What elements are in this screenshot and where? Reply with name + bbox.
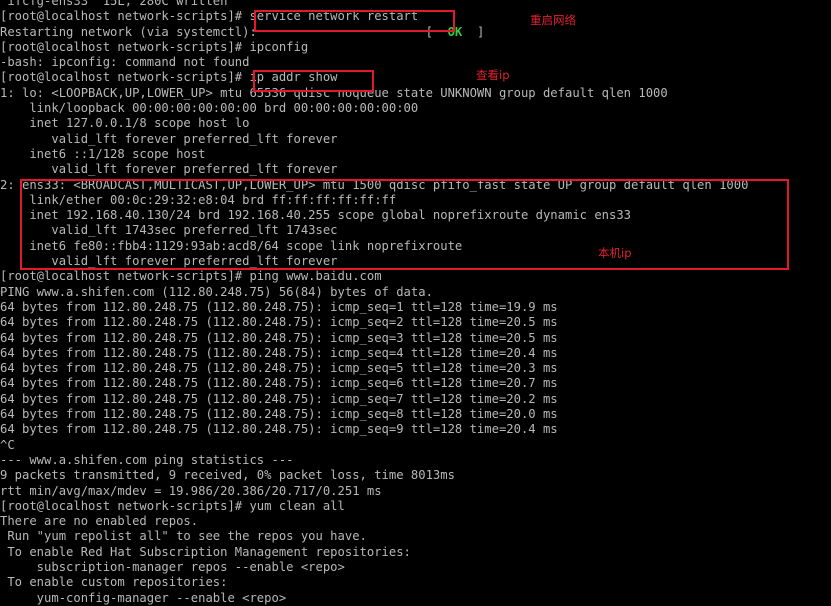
terminal-line: inet6 fe80::fbb4:1129:93ab:acd8/64 scope… [0, 239, 831, 254]
terminal-line: 64 bytes from 112.80.248.75 (112.80.248.… [0, 315, 831, 330]
terminal-line-text: yum-config-manager --enable <repo> [0, 590, 287, 605]
terminal-line-text: ^C [0, 437, 15, 452]
terminal-line-text: "ifcfg-ens33" 15L, 280C written [0, 0, 228, 8]
terminal-line-text: 64 bytes from 112.80.248.75 (112.80.248.… [0, 407, 558, 422]
terminal-line: inet 192.168.40.130/24 brd 192.168.40.25… [0, 208, 831, 223]
terminal-line-text: [root@localhost network-scripts]# ping w… [0, 269, 382, 284]
terminal-line: [root@localhost network-scripts]# ip add… [0, 70, 831, 85]
terminal-line: [root@localhost network-scripts]# ping w… [0, 269, 831, 284]
terminal-line: valid_lft forever preferred_lft forever [0, 254, 831, 269]
terminal-line-text: 64 bytes from 112.80.248.75 (112.80.248.… [0, 376, 558, 391]
terminal-line-text: inet6 ::1/128 scope host [0, 146, 206, 161]
terminal-line-text: inet 192.168.40.130/24 brd 192.168.40.25… [0, 208, 632, 223]
terminal-line: There are no enabled repos. [0, 514, 831, 529]
terminal-line-text: valid_lft forever preferred_lft forever [0, 162, 338, 177]
terminal-line: To enable custom repositories: [0, 575, 831, 590]
terminal-line: --- www.a.shifen.com ping statistics --- [0, 453, 831, 468]
terminal-line-text: 64 bytes from 112.80.248.75 (112.80.248.… [0, 345, 558, 360]
terminal-line-text: rtt min/avg/max/mdev = 19.986/20.386/20.… [0, 483, 382, 498]
terminal-line-text: Restarting network (via systemctl): [ [0, 24, 448, 39]
terminal-line-text: link/loopback 00:00:00:00:00:00 brd 00:0… [0, 101, 419, 116]
terminal-line: inet 127.0.0.1/8 scope host lo [0, 116, 831, 131]
terminal-line-text: [root@localhost network-scripts]# yum cl… [0, 498, 345, 513]
status-bracket-close: ] [462, 24, 485, 39]
terminal-line-text: link/ether 00:0c:29:32:e8:04 brd ff:ff:f… [0, 192, 397, 207]
terminal-line-text: To enable custom repositories: [0, 575, 228, 590]
terminal-line-text: valid_lft forever preferred_lft forever [0, 131, 338, 146]
terminal-line-text: 9 packets transmitted, 9 received, 0% pa… [0, 468, 455, 483]
terminal-line-text: subscription-manager repos --enable <rep… [0, 559, 345, 574]
terminal-line-text: PING www.a.shifen.com (112.80.248.75) 56… [0, 284, 433, 299]
terminal-line: link/ether 00:0c:29:32:e8:04 brd ff:ff:f… [0, 193, 831, 208]
terminal-line: 64 bytes from 112.80.248.75 (112.80.248.… [0, 376, 831, 391]
terminal-line: 9 packets transmitted, 9 received, 0% pa… [0, 468, 831, 483]
terminal-line-text: [root@localhost network-scripts]# ipconf… [0, 39, 309, 54]
terminal-line-text: [root@localhost network-scripts]# servic… [0, 9, 419, 24]
terminal-line-text: To enable Red Hat Subscription Managemen… [0, 544, 411, 559]
terminal-line: inet6 ::1/128 scope host [0, 147, 831, 162]
terminal-line: 64 bytes from 112.80.248.75 (112.80.248.… [0, 422, 831, 437]
terminal-line-text: 64 bytes from 112.80.248.75 (112.80.248.… [0, 315, 558, 330]
terminal-line: 64 bytes from 112.80.248.75 (112.80.248.… [0, 407, 831, 422]
terminal-line-text: --- www.a.shifen.com ping statistics --- [0, 452, 294, 467]
annotation-restart-network: 重启网络 [530, 13, 576, 27]
terminal-line: valid_lft forever preferred_lft forever [0, 162, 831, 177]
annotation-view-ip: 查看ip [476, 68, 510, 82]
terminal-line-text: 2: ens33: <BROADCAST,MULTICAST,UP,LOWER_… [0, 177, 749, 192]
terminal-line-text: 64 bytes from 112.80.248.75 (112.80.248.… [0, 391, 558, 406]
terminal-line: "ifcfg-ens33" 15L, 280C written [0, 0, 831, 9]
terminal-line-text: valid_lft 1743sec preferred_lft 1743sec [0, 223, 338, 238]
terminal-line: subscription-manager repos --enable <rep… [0, 560, 831, 575]
terminal-line-text: 64 bytes from 112.80.248.75 (112.80.248.… [0, 299, 558, 314]
terminal-line: [root@localhost network-scripts]# ipconf… [0, 40, 831, 55]
terminal-line-text: 64 bytes from 112.80.248.75 (112.80.248.… [0, 361, 558, 376]
terminal-line: To enable Red Hat Subscription Managemen… [0, 545, 831, 560]
terminal-line: -bash: ipconfig: command not found [0, 55, 831, 70]
terminal-line: 64 bytes from 112.80.248.75 (112.80.248.… [0, 392, 831, 407]
terminal-line: [root@localhost network-scripts]# yum cl… [0, 499, 831, 514]
terminal-output[interactable]: "ifcfg-ens33" 15L, 280C written [root@loc… [0, 0, 831, 606]
terminal-line: link/loopback 00:00:00:00:00:00 brd 00:0… [0, 101, 831, 116]
terminal-line: 64 bytes from 112.80.248.75 (112.80.248.… [0, 331, 831, 346]
terminal-line-text: 64 bytes from 112.80.248.75 (112.80.248.… [0, 422, 558, 437]
terminal-line: valid_lft 1743sec preferred_lft 1743sec [0, 223, 831, 238]
terminal-line: [root@localhost network-scripts]# servic… [0, 9, 831, 24]
terminal-line-text: inet 127.0.0.1/8 scope host lo [0, 116, 250, 131]
terminal-line: PING www.a.shifen.com (112.80.248.75) 56… [0, 285, 831, 300]
terminal-line: 64 bytes from 112.80.248.75 (112.80.248.… [0, 346, 831, 361]
terminal-line-text: [root@localhost network-scripts]# ip add… [0, 70, 338, 85]
terminal-line: 64 bytes from 112.80.248.75 (112.80.248.… [0, 361, 831, 376]
terminal-line-text: 64 bytes from 112.80.248.75 (112.80.248.… [0, 330, 558, 345]
status-ok-label: OK [447, 24, 463, 39]
terminal-line: 2: ens33: <BROADCAST,MULTICAST,UP,LOWER_… [0, 178, 831, 193]
annotation-local-ip: 本机ip [598, 246, 632, 260]
terminal-line-text: inet6 fe80::fbb4:1129:93ab:acd8/64 scope… [0, 238, 463, 253]
terminal-line: 64 bytes from 112.80.248.75 (112.80.248.… [0, 300, 831, 315]
terminal-line-text: There are no enabled repos. [0, 514, 199, 529]
terminal-line-text: valid_lft forever preferred_lft forever [0, 254, 338, 269]
terminal-line: valid_lft forever preferred_lft forever [0, 132, 831, 147]
terminal-line: rtt min/avg/max/mdev = 19.986/20.386/20.… [0, 484, 831, 499]
terminal-line: 1: lo: <LOOPBACK,UP,LOWER_UP> mtu 65536 … [0, 86, 831, 101]
terminal-line-text: 1: lo: <LOOPBACK,UP,LOWER_UP> mtu 65536 … [0, 85, 668, 100]
terminal-line: ^C [0, 438, 831, 453]
terminal-line: Run "yum repolist all" to see the repos … [0, 529, 831, 544]
terminal-line-text: Run "yum repolist all" to see the repos … [0, 529, 367, 544]
terminal-line: Restarting network (via systemctl): [ OK… [0, 25, 831, 40]
terminal-line: yum-config-manager --enable <repo> [0, 591, 831, 606]
terminal-line-text: -bash: ipconfig: command not found [0, 55, 250, 70]
